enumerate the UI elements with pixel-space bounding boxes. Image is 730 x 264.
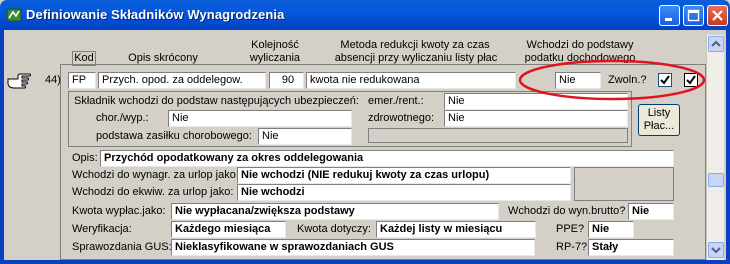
ekwiw-field[interactable]: Nie wchodzi: [237, 184, 571, 201]
blank-panel: [574, 167, 674, 201]
minimize-icon: [665, 18, 672, 21]
scroll-down-button[interactable]: [708, 242, 724, 258]
zasilek-field[interactable]: Nie: [258, 128, 352, 145]
zasilek-label: podstawa zasiłku chorobowego:: [96, 130, 252, 142]
weryf-field[interactable]: Każdego miesiąca: [171, 221, 286, 238]
insurance-heading: Składnik wchodzi do podstaw następującyc…: [74, 95, 359, 107]
scroll-down-icon: [711, 247, 721, 254]
minimize-button[interactable]: [659, 5, 680, 26]
kolejnosc-field[interactable]: 90: [269, 72, 304, 89]
scroll-up-icon: [711, 40, 721, 47]
dotyczy-field[interactable]: Każdej listy w miesiącu: [376, 221, 536, 238]
kod-field[interactable]: FP: [68, 72, 96, 89]
brutto-field[interactable]: Nie: [628, 203, 674, 220]
scroll-thumb[interactable]: [708, 173, 724, 187]
zdrow-label: zdrowotnego:: [368, 112, 435, 124]
listy-plac-line-1: Listy: [647, 107, 671, 119]
close-icon: [712, 10, 723, 21]
maximize-button[interactable]: [683, 5, 704, 26]
opis-field[interactable]: Przychód opodatkowany za okres oddelegow…: [100, 150, 674, 167]
kwota-label: Kwota wypłac.jako:: [72, 205, 166, 217]
listy-plac-button[interactable]: Listy Płac...: [638, 104, 680, 136]
pointing-hand-icon: [7, 73, 31, 89]
scroll-up-button[interactable]: [708, 36, 724, 52]
header-kolejnosc-1: Kolejność: [251, 39, 299, 51]
disabled-field: [368, 128, 628, 143]
header-wchodzi-1: Wchodzi do podstawy: [526, 39, 634, 51]
close-button[interactable]: [707, 5, 728, 26]
maximize-icon: [687, 9, 700, 22]
zdrow-field[interactable]: Nie: [444, 110, 628, 127]
emer-label: emer./rent.:: [368, 95, 424, 107]
annotation-oval: [518, 59, 706, 101]
ppe-field[interactable]: Nie: [588, 221, 634, 238]
listy-plac-line-2: Płac...: [643, 120, 675, 132]
ppe-label: PPE?: [556, 223, 585, 235]
kwota-field[interactable]: Nie wypłacana/zwiększa podstawy: [171, 203, 499, 220]
ekwiw-label: Wchodzi do ekwiw. za urlop jako:: [72, 186, 234, 198]
gus-field[interactable]: Nieklasyfikowane w sprawozdaniach GUS: [171, 239, 535, 256]
opis-label: Opis:: [72, 152, 98, 164]
rp7-field[interactable]: Stały: [588, 239, 674, 256]
opis-skrocony-field[interactable]: Przych. opod. za oddelegow.: [98, 72, 266, 89]
urlop-field[interactable]: Nie wchodzi (NIE redukuj kwoty za czas u…: [237, 167, 571, 184]
brutto-label: Wchodzi do wyn.brutto?: [508, 205, 626, 217]
title-bar[interactable]: Definiowanie Składników Wynagrodzenia: [0, 0, 730, 30]
chor-label: chor./wyp.:: [96, 112, 149, 124]
app-icon: [6, 8, 22, 22]
metoda-field[interactable]: kwota nie redukowana: [306, 72, 516, 89]
gus-label: Sprawozdania GUS:: [72, 241, 172, 253]
header-metoda-1: Metoda redukcji kwoty za czas: [340, 39, 490, 51]
window-title: Definiowanie Składników Wynagrodzenia: [26, 7, 285, 22]
rp7-label: RP-7?: [556, 241, 588, 253]
chor-field[interactable]: Nie: [168, 110, 352, 127]
urlop-label: Wchodzi do wynagr. za urlop jako:: [72, 169, 239, 181]
dotyczy-label: Kwota dotyczy:: [297, 223, 371, 235]
row-number: 44): [45, 74, 61, 86]
weryf-label: Weryfikacja:: [72, 223, 132, 235]
